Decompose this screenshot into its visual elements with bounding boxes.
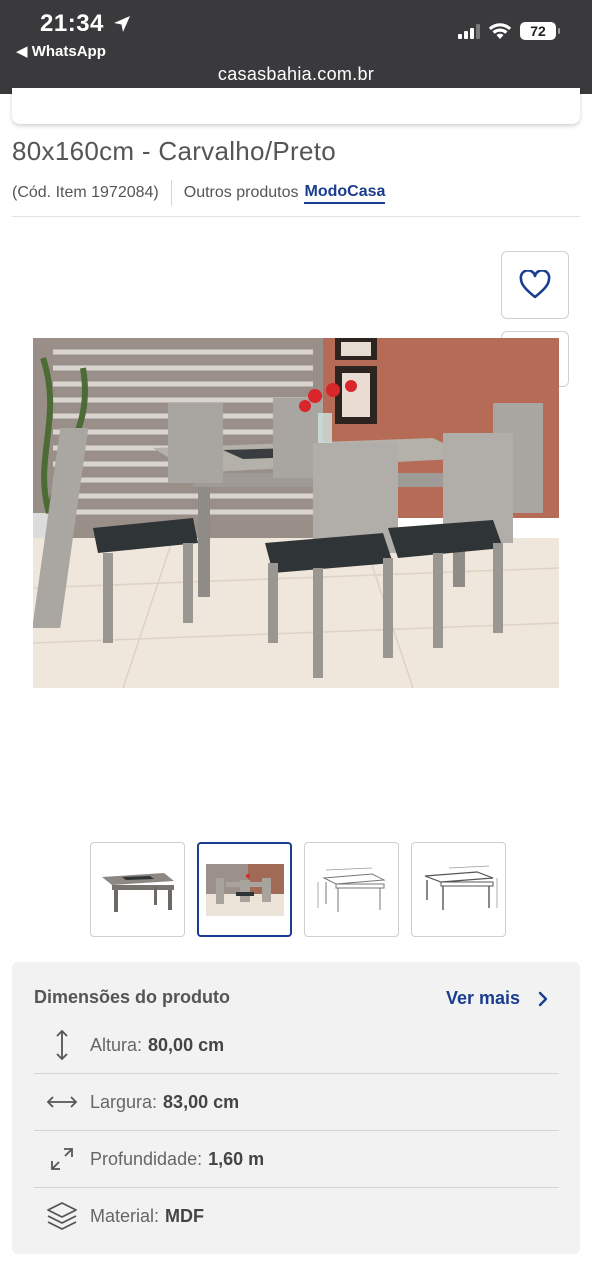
other-products-label: Outros produtos [183,184,299,201]
status-indicators: 72 [458,22,560,40]
dimensions-card: Dimensões do produto Ver mais Altura: 80… [12,962,580,1254]
dining-set-thumb-icon [205,863,284,916]
dimension-row-width: Largura: 83,00 cm [34,1074,559,1130]
depth-value: 1,60 m [208,1148,265,1169]
gallery-thumbnails [90,842,506,937]
dining-set-photo [33,338,559,688]
height-value: 80,00 cm [148,1034,225,1055]
meta-divider [170,180,172,206]
product-title: 80x160cm - Carvalho/Preto [12,136,336,166]
height-label: Altura: [90,1034,143,1055]
chevron-right-icon [538,991,548,1006]
favorite-button[interactable] [501,251,569,319]
heart-icon [519,270,551,299]
url-bar[interactable]: casasbahia.com.br [0,64,592,85]
product-meta: (Cód. Item 1972084) Outros produtos Modo… [12,180,386,206]
width-value: 83,00 cm [163,1091,240,1112]
material-label: Material: [90,1205,160,1226]
material-value: MDF [165,1205,205,1226]
cell-signal-icon [458,23,480,39]
see-more-label: Ver mais [446,988,521,1008]
dimension-row-depth: Profundidade: 1,60 m [34,1131,559,1187]
dimension-row-material: Material: MDF [34,1188,559,1244]
depth-label: Profundidade: [90,1148,203,1169]
back-to-app-link[interactable]: ◀ WhatsApp [16,42,106,60]
thumbnail-4[interactable] [411,842,506,937]
wifi-icon [488,23,512,39]
width-label: Largura: [90,1091,158,1112]
thumbnail-1[interactable] [90,842,185,937]
see-more-link[interactable]: Ver mais [446,988,548,1009]
thumbnail-2[interactable] [197,842,292,937]
section-divider [12,216,580,217]
collapsed-header-card [12,88,580,124]
status-time: 21:34 [40,10,104,37]
main-product-image[interactable] [33,338,559,688]
location-arrow-icon [114,16,130,32]
dimension-row-height: Altura: 80,00 cm [34,1017,559,1073]
vertical-arrows-icon [56,1029,68,1061]
browser-top-bar: 21:34 ◀ WhatsApp 72 casasbahia.com.br [0,0,592,94]
table-photo [101,872,174,912]
brand-link[interactable]: ModoCasa [304,183,386,204]
diagonal-arrows-icon [51,1148,73,1170]
battery-icon: 72 [520,22,560,40]
thumbnail-3[interactable] [304,842,399,937]
dimension-drawing-2 [424,865,497,910]
dimension-drawing [317,867,386,912]
back-triangle-icon: ◀ [16,43,32,60]
dimensions-title: Dimensões do produto [34,987,231,1007]
layers-icon [47,1202,77,1230]
product-code: (Cód. Item 1972084) [12,184,159,201]
horizontal-arrows-icon [46,1096,78,1108]
